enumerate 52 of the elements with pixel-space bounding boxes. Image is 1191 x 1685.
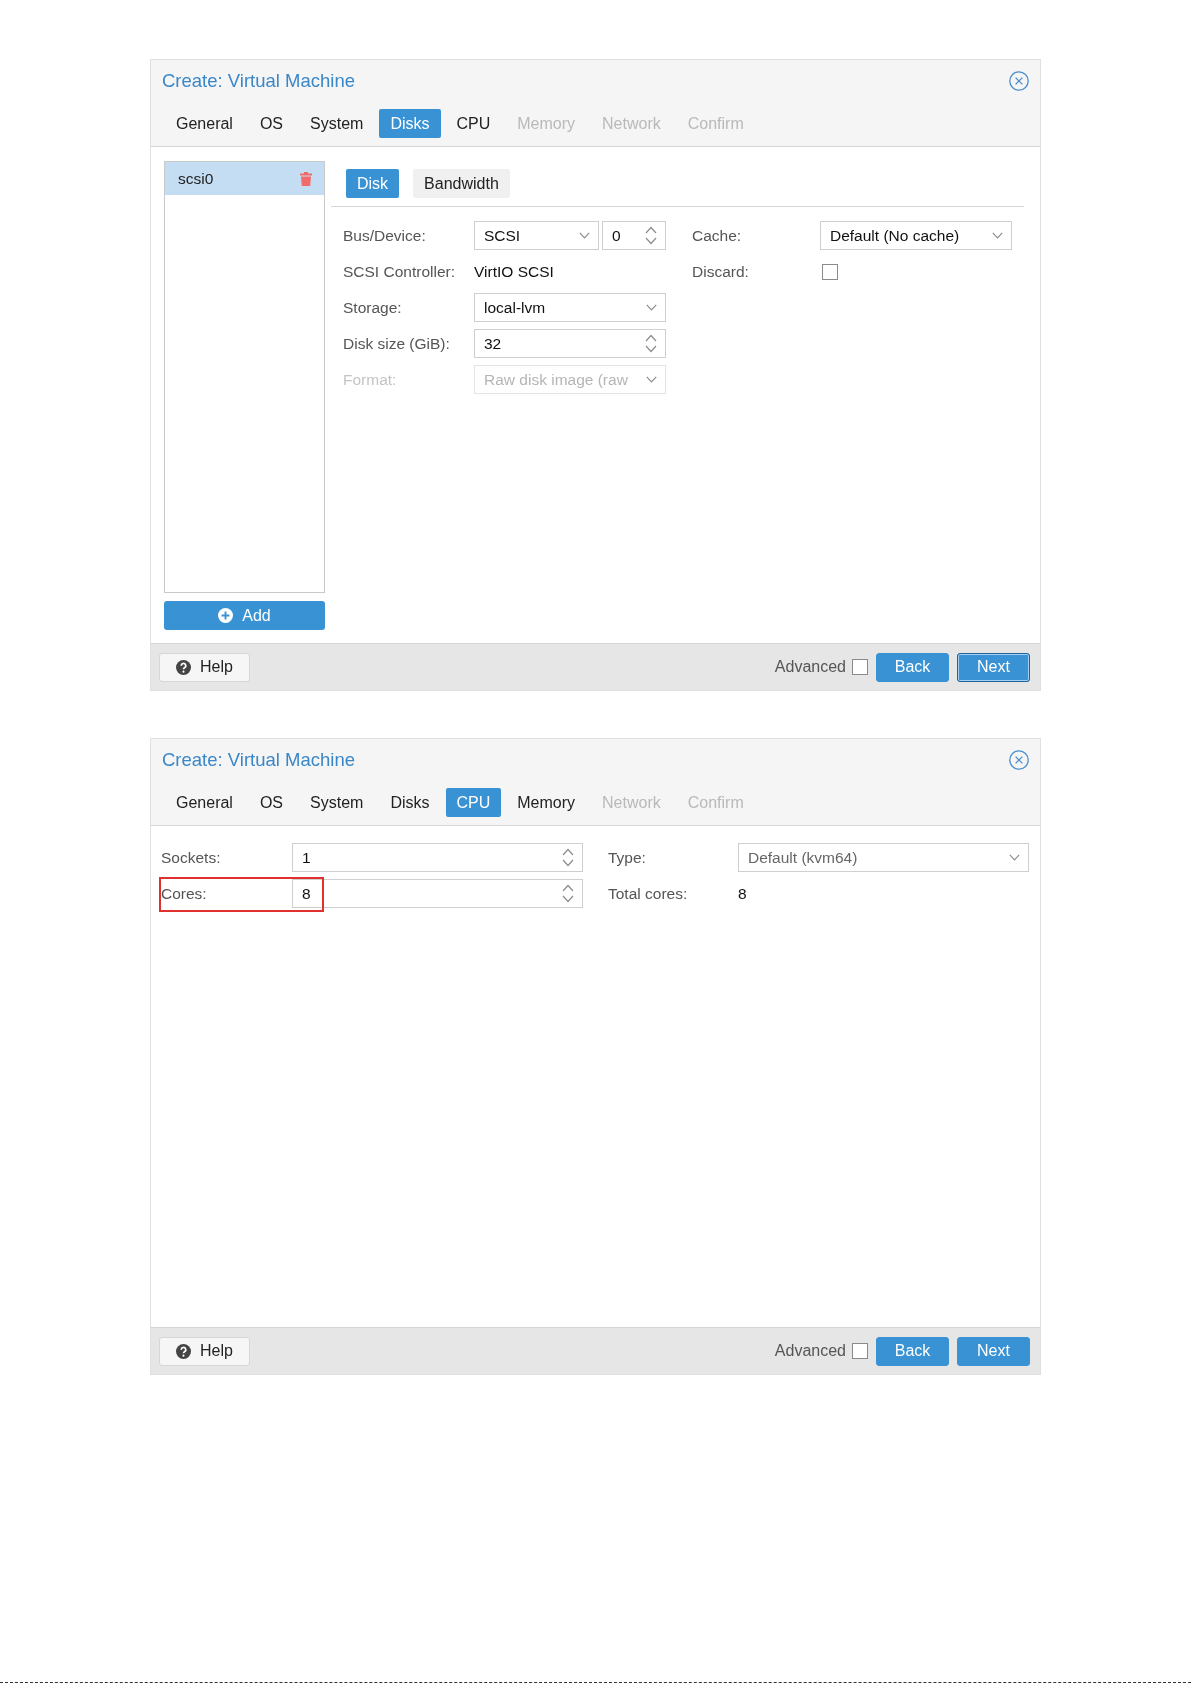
checkbox[interactable]	[822, 263, 838, 280]
field-label: Storage:	[343, 298, 403, 317]
field-label: Total cores:	[608, 884, 689, 903]
chevron-down-icon	[646, 304, 657, 311]
field-value: 8	[738, 884, 747, 903]
wizard-tab[interactable]: Disks	[379, 788, 441, 817]
help-icon	[176, 659, 192, 675]
chevron-down-icon	[646, 376, 657, 383]
help-button[interactable]: Help	[159, 652, 250, 682]
advanced-label: Advanced	[774, 1342, 846, 1360]
select-field[interactable]: Default (kvm64)	[738, 843, 1029, 872]
advanced-checkbox[interactable]	[852, 1343, 868, 1359]
select-field[interactable]: SCSI	[474, 221, 599, 250]
field-label: Sockets:	[161, 848, 222, 867]
trash-icon[interactable]	[300, 171, 312, 186]
wizard-tab[interactable]: Memory	[506, 788, 587, 817]
wizard-tab[interactable]: General	[165, 788, 244, 817]
select-field[interactable]: local-lvm	[474, 293, 666, 322]
field-label: Format:	[343, 370, 398, 389]
chevron-down-icon	[1009, 854, 1020, 861]
number-field[interactable]: 32	[474, 329, 666, 358]
disk-list-item[interactable]: scsi0	[165, 162, 324, 195]
close-icon[interactable]	[1009, 750, 1029, 770]
chevron-down-icon	[579, 232, 590, 239]
wizard-tab[interactable]: CPU	[445, 109, 502, 138]
plus-icon	[218, 608, 234, 623]
advanced-checkbox[interactable]	[852, 659, 868, 675]
field-label: Cache:	[692, 226, 743, 245]
wizard-tab[interactable]: General	[165, 109, 244, 138]
select-field[interactable]: Default (No cache)	[820, 221, 1012, 250]
help-button[interactable]: Help	[159, 1336, 250, 1366]
field-label: Bus/Device:	[343, 226, 427, 245]
number-field[interactable]: 8	[292, 879, 583, 908]
field-label: SCSI Controller:	[343, 262, 456, 281]
advanced-label: Advanced	[774, 658, 846, 676]
field-label: Disk size (GiB):	[343, 334, 451, 353]
dialog-title: Create: Virtual Machine	[162, 70, 355, 92]
sub-tab[interactable]: Bandwidth	[413, 169, 510, 198]
chevron-down-icon	[992, 232, 1003, 239]
number-field[interactable]: 0	[602, 221, 666, 250]
field-label: Discard:	[692, 262, 750, 281]
wizard-tab[interactable]: System	[299, 788, 375, 817]
number-field[interactable]: 1	[292, 843, 583, 872]
field-label: Cores:	[161, 884, 208, 903]
wizard-tab[interactable]: OS	[248, 788, 295, 817]
close-icon[interactable]	[1009, 71, 1029, 91]
help-icon	[176, 1343, 192, 1359]
field-value: VirtIO SCSI	[474, 262, 554, 281]
dialog-title: Create: Virtual Machine	[162, 749, 355, 771]
field-label: Type:	[608, 848, 647, 867]
wizard-tab[interactable]: System	[299, 109, 375, 138]
wizard-tab[interactable]: OS	[248, 109, 295, 138]
